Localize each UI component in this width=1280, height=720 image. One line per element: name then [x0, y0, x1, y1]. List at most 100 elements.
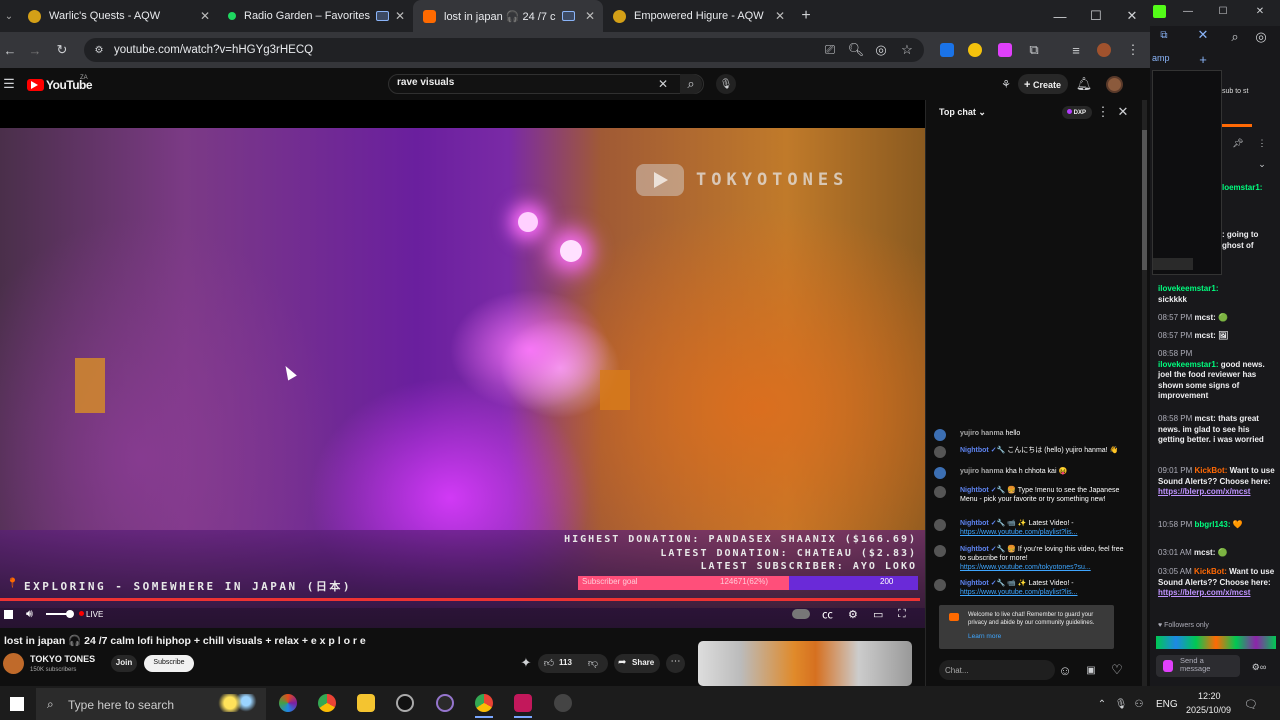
snipping-tool-icon[interactable] [436, 694, 454, 712]
install-app-icon[interactable]: ⎚ [822, 42, 838, 58]
side-settings-icon[interactable]: ⚙∞ [1244, 660, 1274, 674]
tray-mic-icon[interactable]: 🎙︎ [1115, 697, 1128, 711]
side-chevron-icon[interactable]: ⌄ [1256, 158, 1268, 170]
close-tab-icon[interactable]: ✕ [395, 9, 405, 23]
clock-time[interactable]: 12:20 [1198, 691, 1221, 701]
side-add-icon[interactable]: + [1196, 52, 1210, 67]
side-chat-link[interactable]: https://blerp.com/x/mcst [1158, 588, 1250, 597]
chat-avatar[interactable] [934, 545, 946, 557]
side-minimize-icon[interactable]: — [1182, 4, 1194, 18]
volume-slider-handle[interactable] [66, 610, 74, 618]
reload-icon[interactable]: ↻ [50, 42, 74, 58]
top-chat-dropdown[interactable]: Top chat ⌄ [939, 107, 986, 118]
chat-menu-kebab-icon[interactable]: ⋮ [1097, 104, 1110, 119]
fullscreen-icon[interactable]: ⛶ [898, 606, 906, 622]
chat-link[interactable]: https://www.youtube.com/playlist?lis... [960, 529, 1078, 536]
game-app-icon[interactable] [514, 694, 532, 712]
maximize-icon[interactable]: ☐ [1086, 0, 1106, 32]
language-indicator[interactable]: ENG [1156, 699, 1178, 710]
stop-icon[interactable] [4, 606, 13, 622]
side-search-icon[interactable]: ⌕ [1228, 29, 1242, 44]
account-avatar[interactable] [1106, 76, 1123, 93]
more-actions-icon[interactable]: ⋯ [666, 654, 685, 673]
side-chat-user[interactable]: ilovekeemstar1: [1158, 360, 1218, 369]
chrome-profile-icon[interactable] [475, 694, 493, 712]
file-explorer-icon[interactable] [357, 694, 375, 712]
chat-author[interactable]: Nightbot ✓🔧 [960, 546, 1005, 553]
side-chat-user[interactable]: mcst: [1194, 548, 1215, 557]
tray-chevron-icon[interactable]: ⌃ [1096, 697, 1108, 711]
super-chat-icon[interactable]: ▣ [1084, 663, 1098, 677]
network-icon[interactable]: ⚇ [1133, 697, 1145, 711]
chat-author[interactable]: Nightbot ✓🔧 [960, 520, 1005, 527]
create-button[interactable]: + Create [1018, 74, 1068, 94]
side-chat-user[interactable]: bbgrl143: [1194, 520, 1230, 529]
chat-input[interactable]: Chat... [939, 660, 1055, 680]
voice-search-icon[interactable]: 🎙︎ [716, 74, 736, 94]
video-player[interactable]: TOKYOTONES HIGHEST DONATION: PANDASEX SH… [0, 100, 925, 628]
site-info-icon[interactable]: ⚙ [92, 42, 106, 58]
bookmark-star-icon[interactable]: ☆ [899, 42, 915, 58]
like-icon[interactable]: 👍︎ [542, 656, 556, 670]
eye-off-icon[interactable]: ◎ [873, 42, 889, 58]
channel-avatar[interactable] [3, 653, 24, 674]
search-icon[interactable]: ⌕ [680, 74, 702, 94]
video-progress-bar[interactable] [0, 598, 920, 601]
chat-scrollbar-thumb[interactable] [1142, 130, 1147, 270]
pin-icon[interactable]: 📌︎ [1232, 137, 1244, 149]
side-chat-user[interactable]: mcst: [1194, 414, 1215, 423]
profile-avatar[interactable] [1097, 43, 1111, 57]
side-close-pip-icon[interactable]: ✕ [1196, 27, 1210, 42]
hamburger-menu-icon[interactable]: ☰ [2, 76, 16, 92]
ai-ask-icon[interactable]: ✦ [518, 655, 534, 671]
side-eye-off-icon[interactable]: ◎ [1254, 29, 1268, 44]
side-chat-user[interactable]: KickBot: [1194, 567, 1227, 576]
tab-warlics-quests[interactable]: Warlic's Quests - AQW ✕ [18, 0, 218, 32]
side-chat-link[interactable]: https://blerp.com/x/mcst [1158, 487, 1250, 496]
chat-author[interactable]: Nightbot ✓🔧 [960, 580, 1005, 587]
mic-icon[interactable] [1163, 660, 1173, 672]
chat-avatar[interactable] [934, 519, 946, 531]
chat-avatar[interactable] [934, 579, 946, 591]
close-chat-icon[interactable]: ✕ [1116, 104, 1130, 119]
chat-avatar[interactable] [934, 486, 946, 498]
like-count[interactable]: 113 [559, 658, 572, 667]
chat-link[interactable]: https://www.youtube.com/playlist?lis... [960, 589, 1078, 596]
extension-icon[interactable] [998, 43, 1012, 57]
extension-icon[interactable] [940, 43, 954, 57]
notifications-bell-icon[interactable]: 🔔︎ [1076, 76, 1093, 92]
settings-gear-icon[interactable]: ⚙ [848, 606, 858, 622]
menu-kebab-icon[interactable]: ⋮ [1127, 42, 1140, 58]
windows-start-icon[interactable] [10, 697, 24, 711]
side-maximize-icon[interactable]: ☐ [1217, 4, 1229, 18]
side-chat-user[interactable]: KickBot: [1194, 466, 1227, 475]
autoplay-toggle[interactable] [792, 609, 810, 619]
forward-icon[interactable]: → [20, 43, 50, 58]
points-badge[interactable]: DXP [1062, 106, 1092, 119]
steam-icon[interactable] [396, 694, 414, 712]
chat-avatar[interactable] [934, 429, 946, 441]
emote-picker-row[interactable] [1156, 636, 1276, 649]
chat-author[interactable]: yujiro hanma [960, 430, 1004, 437]
chat-author[interactable]: yujiro hanma [960, 468, 1004, 475]
chrome-icon[interactable] [318, 694, 336, 712]
zoom-icon[interactable]: 🔍︎ [848, 42, 865, 58]
side-chat-user[interactable]: mcst: [1194, 331, 1215, 340]
extension-icon[interactable] [968, 43, 982, 57]
minimize-icon[interactable]: — [1050, 0, 1070, 32]
close-tab-icon[interactable]: ✕ [775, 9, 785, 23]
cast-icon[interactable]: ⚘ [998, 77, 1014, 91]
close-window-icon[interactable]: ✕ [1122, 0, 1142, 32]
emoji-icon[interactable]: ☺ [1058, 663, 1072, 678]
new-tab-icon[interactable]: + [793, 7, 819, 25]
search-highlight-icon[interactable] [218, 694, 258, 712]
subtitles-icon[interactable]: ㏄ [822, 606, 833, 622]
clock-date[interactable]: 2025/10/09 [1186, 705, 1231, 715]
tab-search-icon[interactable]: ⌄ [0, 11, 18, 22]
side-chat-user[interactable]: ilovekeemstar1: [1158, 284, 1218, 293]
live-label[interactable]: LIVE [86, 606, 103, 622]
side-kebab-icon[interactable]: ⋮ [1256, 137, 1268, 149]
heart-icon[interactable]: ♡ [1110, 662, 1124, 677]
mini-player[interactable] [1152, 70, 1222, 275]
extensions-puzzle-icon[interactable]: ⧉ [1026, 42, 1042, 58]
